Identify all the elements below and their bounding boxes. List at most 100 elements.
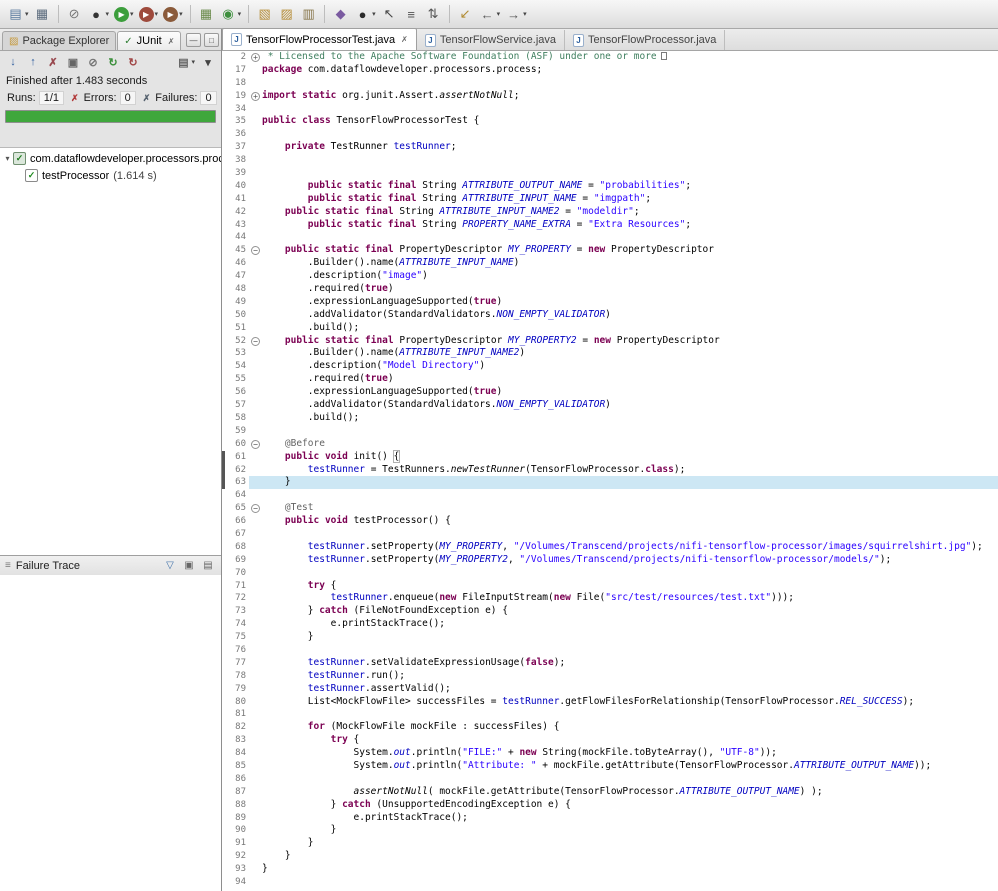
scroll-lock-button[interactable]: ⊘ bbox=[84, 53, 102, 71]
code-line[interactable]: 70 bbox=[222, 567, 998, 580]
line-number[interactable]: 83 bbox=[222, 734, 249, 747]
code-line[interactable]: 80 List<MockFlowFile> successFiles = tes… bbox=[222, 696, 998, 709]
fold-column[interactable]: − bbox=[249, 502, 262, 515]
line-number[interactable]: 66 bbox=[222, 515, 249, 528]
code-line[interactable]: 85 System.out.println("Attribute: " + mo… bbox=[222, 760, 998, 773]
code-line[interactable]: 55 .required(true) bbox=[222, 373, 998, 386]
code-line[interactable]: 87 assertNotNull( mockFile.getAttribute(… bbox=[222, 786, 998, 799]
fold-column[interactable]: − bbox=[249, 244, 262, 257]
code-line[interactable]: 58 .build(); bbox=[222, 412, 998, 425]
fold-expand-icon[interactable]: + bbox=[251, 91, 260, 101]
fold-collapse-icon[interactable]: − bbox=[251, 439, 260, 449]
code-line[interactable]: 93} bbox=[222, 863, 998, 876]
run-last-button[interactable]: ▶ ▾ bbox=[137, 3, 161, 25]
code-line[interactable]: 44 bbox=[222, 231, 998, 244]
line-number[interactable]: 85 bbox=[222, 760, 249, 773]
line-number[interactable]: 19 bbox=[222, 90, 249, 103]
mark-occurrences-button[interactable]: ◆ bbox=[330, 3, 351, 25]
line-number[interactable]: 45 bbox=[222, 244, 249, 257]
line-number[interactable]: 43 bbox=[222, 219, 249, 232]
coverage-button[interactable]: ▶ ▾ bbox=[161, 3, 185, 25]
run-button[interactable]: ▶ ▾ bbox=[112, 3, 136, 25]
code-line[interactable]: 61 public void init() { bbox=[222, 449, 998, 464]
code-line[interactable]: 34 bbox=[222, 103, 998, 116]
line-number[interactable]: 61 bbox=[222, 451, 249, 464]
code-line[interactable]: 60− @Before bbox=[222, 438, 998, 451]
filters-button[interactable]: ≡ bbox=[401, 3, 422, 25]
line-number[interactable]: 69 bbox=[222, 554, 249, 567]
last-edit-location-button[interactable]: ↙ bbox=[455, 3, 476, 25]
fold-collapse-icon[interactable]: − bbox=[251, 336, 260, 346]
select-tool-button[interactable]: ↖ bbox=[379, 3, 400, 25]
line-number[interactable]: 57 bbox=[222, 399, 249, 412]
line-number[interactable]: 34 bbox=[222, 103, 249, 116]
line-number[interactable]: 91 bbox=[222, 837, 249, 850]
code-line[interactable]: 63 } bbox=[222, 476, 998, 490]
line-number[interactable]: 46 bbox=[222, 257, 249, 270]
line-number[interactable]: 56 bbox=[222, 386, 249, 399]
code-line[interactable]: 54 .description("Model Directory") bbox=[222, 360, 998, 373]
code-line[interactable]: 42 public static final String ATTRIBUTE_… bbox=[222, 206, 998, 219]
line-number[interactable]: 48 bbox=[222, 283, 249, 296]
forward-button[interactable]: → ▾ bbox=[503, 3, 529, 25]
code-line[interactable]: 43 public static final String PROPERTY_N… bbox=[222, 219, 998, 232]
line-number[interactable]: 72 bbox=[222, 592, 249, 605]
new-package-button[interactable]: ▨ bbox=[276, 3, 297, 25]
line-number[interactable]: 17 bbox=[222, 64, 249, 77]
line-number[interactable]: 78 bbox=[222, 670, 249, 683]
line-number[interactable]: 62 bbox=[222, 464, 249, 477]
line-number[interactable]: 82 bbox=[222, 721, 249, 734]
code-line[interactable]: 86 bbox=[222, 773, 998, 786]
line-number[interactable]: 79 bbox=[222, 683, 249, 696]
rerun-failed-first-button[interactable]: ↻ bbox=[124, 53, 142, 71]
line-number[interactable]: 94 bbox=[222, 876, 249, 889]
code-line[interactable]: 46 .Builder().name(ATTRIBUTE_INPUT_NAME) bbox=[222, 257, 998, 270]
code-line[interactable]: 48 .required(true) bbox=[222, 283, 998, 296]
line-number[interactable]: 90 bbox=[222, 824, 249, 837]
code-line[interactable]: 89 e.printStackTrace(); bbox=[222, 812, 998, 825]
grid-button[interactable]: ▦ bbox=[196, 3, 217, 25]
line-number[interactable]: 18 bbox=[222, 77, 249, 90]
code-line[interactable]: 39 bbox=[222, 167, 998, 180]
show-stack-trace-in-console-button[interactable]: ▤ bbox=[200, 558, 216, 573]
code-line[interactable]: 69 testRunner.setProperty(MY_PROPERTY2, … bbox=[222, 554, 998, 567]
code-line[interactable]: 35 public class TensorFlowProcessorTest { bbox=[222, 115, 998, 128]
compare-result-button[interactable]: ▣ bbox=[181, 558, 197, 573]
show-skipped-only-button[interactable]: ▣ bbox=[64, 53, 82, 71]
line-number[interactable]: 63 bbox=[222, 476, 249, 489]
code-line[interactable]: 83 try { bbox=[222, 734, 998, 747]
editor-tab[interactable]: J TensorFlowProcessorTest.java ✗ bbox=[222, 28, 417, 50]
code-line[interactable]: 38 bbox=[222, 154, 998, 167]
code-line[interactable]: 18 bbox=[222, 77, 998, 90]
rerun-test-button[interactable]: ↻ bbox=[104, 53, 122, 71]
fold-collapse-icon[interactable]: − bbox=[251, 504, 260, 514]
line-number[interactable]: 50 bbox=[222, 309, 249, 322]
line-number[interactable]: 47 bbox=[222, 270, 249, 283]
new-java-project-button[interactable]: ▧ bbox=[254, 3, 275, 25]
view-tab-junit[interactable]: ✓ JUnit ✗ bbox=[117, 31, 182, 50]
line-number[interactable]: 38 bbox=[222, 154, 249, 167]
line-number[interactable]: 58 bbox=[222, 412, 249, 425]
show-previous-failure-button[interactable]: ↑ bbox=[24, 53, 42, 71]
save-button[interactable]: ▦ bbox=[32, 3, 53, 25]
code-line[interactable]: 77 testRunner.setValidateExpressionUsage… bbox=[222, 657, 998, 670]
tree-item[interactable]: ✓ testProcessor (1.614 s) bbox=[0, 167, 221, 184]
code-line[interactable]: 72 testRunner.enqueue(new FileInputStrea… bbox=[222, 592, 998, 605]
code-line[interactable]: 64 bbox=[222, 489, 998, 502]
line-number[interactable]: 71 bbox=[222, 580, 249, 593]
line-number[interactable]: 74 bbox=[222, 618, 249, 631]
line-number[interactable]: 35 bbox=[222, 115, 249, 128]
tree-item[interactable]: ▾ ✓ com.dataflowdeveloper.processors.proce bbox=[0, 150, 221, 167]
close-icon[interactable]: ✗ bbox=[401, 35, 408, 44]
code-line[interactable]: 75 } bbox=[222, 631, 998, 644]
debug-button[interactable]: ● ▾ bbox=[86, 3, 112, 25]
maximize-view-button[interactable]: □ bbox=[204, 33, 219, 47]
line-number[interactable]: 87 bbox=[222, 786, 249, 799]
fold-collapse-icon[interactable]: − bbox=[251, 246, 260, 256]
line-number[interactable]: 41 bbox=[222, 193, 249, 206]
line-number[interactable]: 36 bbox=[222, 128, 249, 141]
fold-expand-icon[interactable]: + bbox=[251, 52, 260, 62]
line-number[interactable]: 37 bbox=[222, 141, 249, 154]
line-number[interactable]: 88 bbox=[222, 799, 249, 812]
code-line[interactable]: 49 .expressionLanguageSupported(true) bbox=[222, 296, 998, 309]
